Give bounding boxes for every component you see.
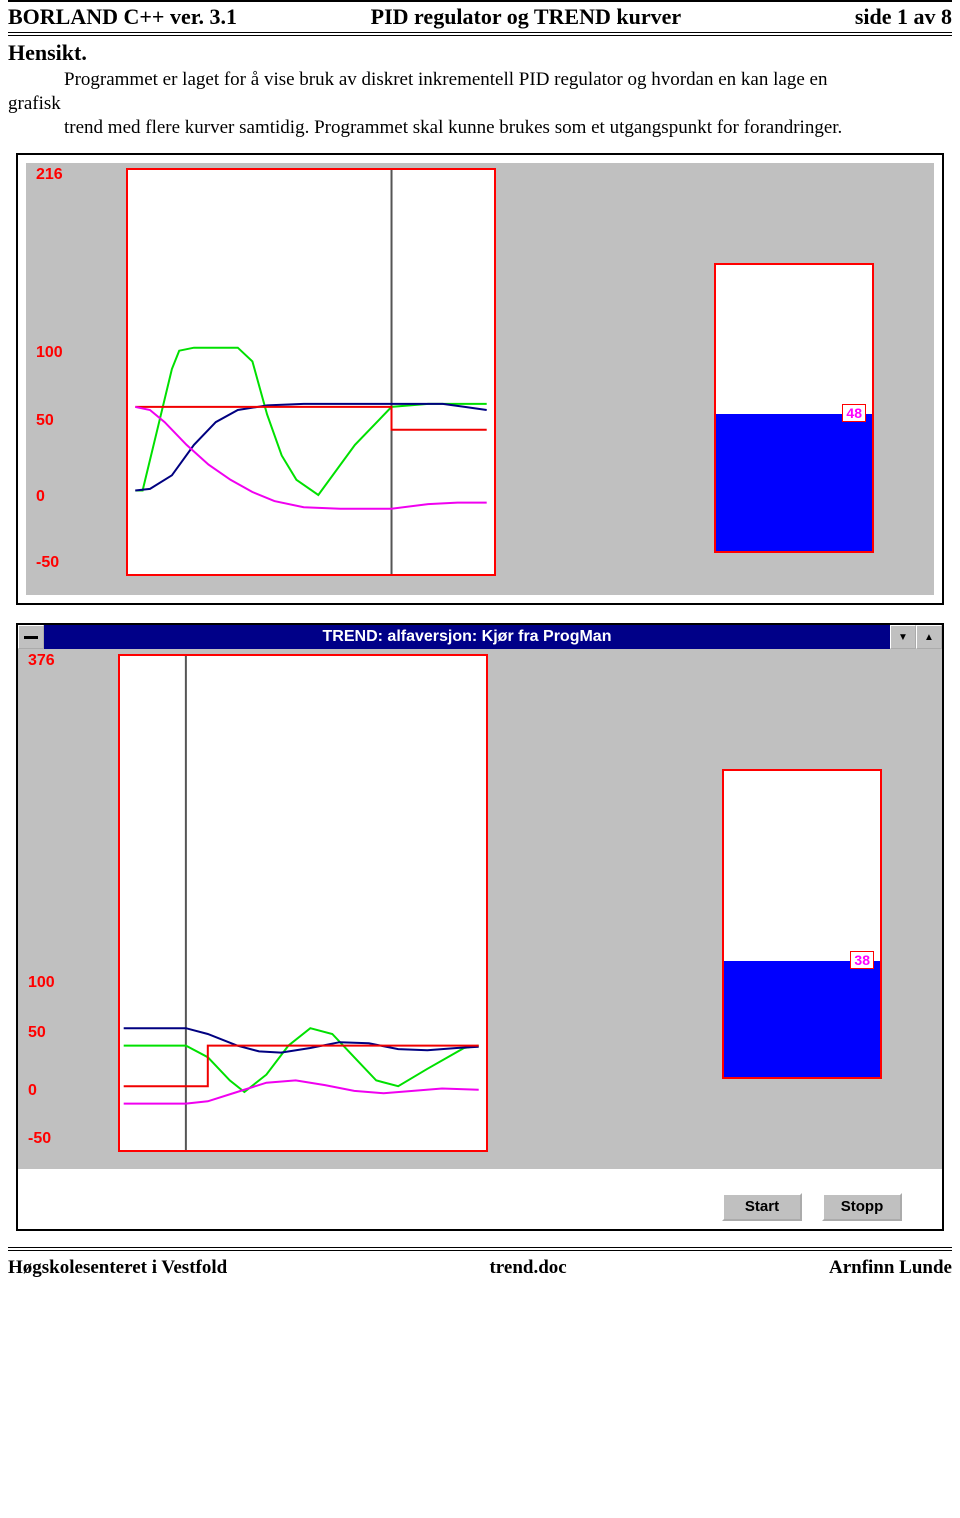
- intro-line1: Programmet er laget for å vise bruk av d…: [64, 68, 952, 92]
- section-title: Hensikt.: [8, 40, 952, 66]
- intro-word: grafisk: [8, 92, 952, 116]
- button-bar: Start Stopp: [18, 1185, 942, 1229]
- header-left: BORLAND C++ ver. 3.1: [8, 4, 237, 30]
- start-button[interactable]: Start: [722, 1193, 802, 1221]
- intro-paragraph: Programmet er laget for å vise bruk av d…: [8, 68, 952, 139]
- tank-1: 48: [714, 263, 874, 553]
- window-trend: TREND: alfaversjon: Kjør fra ProgMan ▼ ▲…: [16, 623, 944, 1231]
- minimize-icon[interactable]: ▼: [890, 625, 916, 649]
- window-title: TREND: alfaversjon: Kjør fra ProgMan: [44, 625, 890, 649]
- footer-right: Arnfinn Lunde: [829, 1257, 952, 1279]
- stop-button[interactable]: Stopp: [822, 1193, 902, 1221]
- intro-line2: trend med flere kurver samtidig. Program…: [64, 116, 952, 140]
- header-right: side 1 av 8: [855, 4, 952, 30]
- plot-2: [118, 654, 488, 1152]
- system-menu-icon[interactable]: [18, 625, 44, 649]
- header-center: PID regulator og TREND kurver: [371, 4, 681, 30]
- plot-1: [126, 168, 496, 576]
- tank-level-2: 38: [850, 951, 874, 969]
- tank-2: 38: [722, 769, 882, 1079]
- figure-1: 216100500-50 48: [16, 153, 944, 605]
- maximize-icon[interactable]: ▲: [916, 625, 942, 649]
- page-footer: Høgskolesenteret i Vestfold trend.doc Ar…: [8, 1247, 952, 1291]
- footer-left: Høgskolesenteret i Vestfold: [8, 1257, 227, 1279]
- tank-level-1: 48: [842, 404, 866, 422]
- footer-center: trend.doc: [489, 1257, 566, 1279]
- page-header: BORLAND C++ ver. 3.1 PID regulator og TR…: [8, 0, 952, 36]
